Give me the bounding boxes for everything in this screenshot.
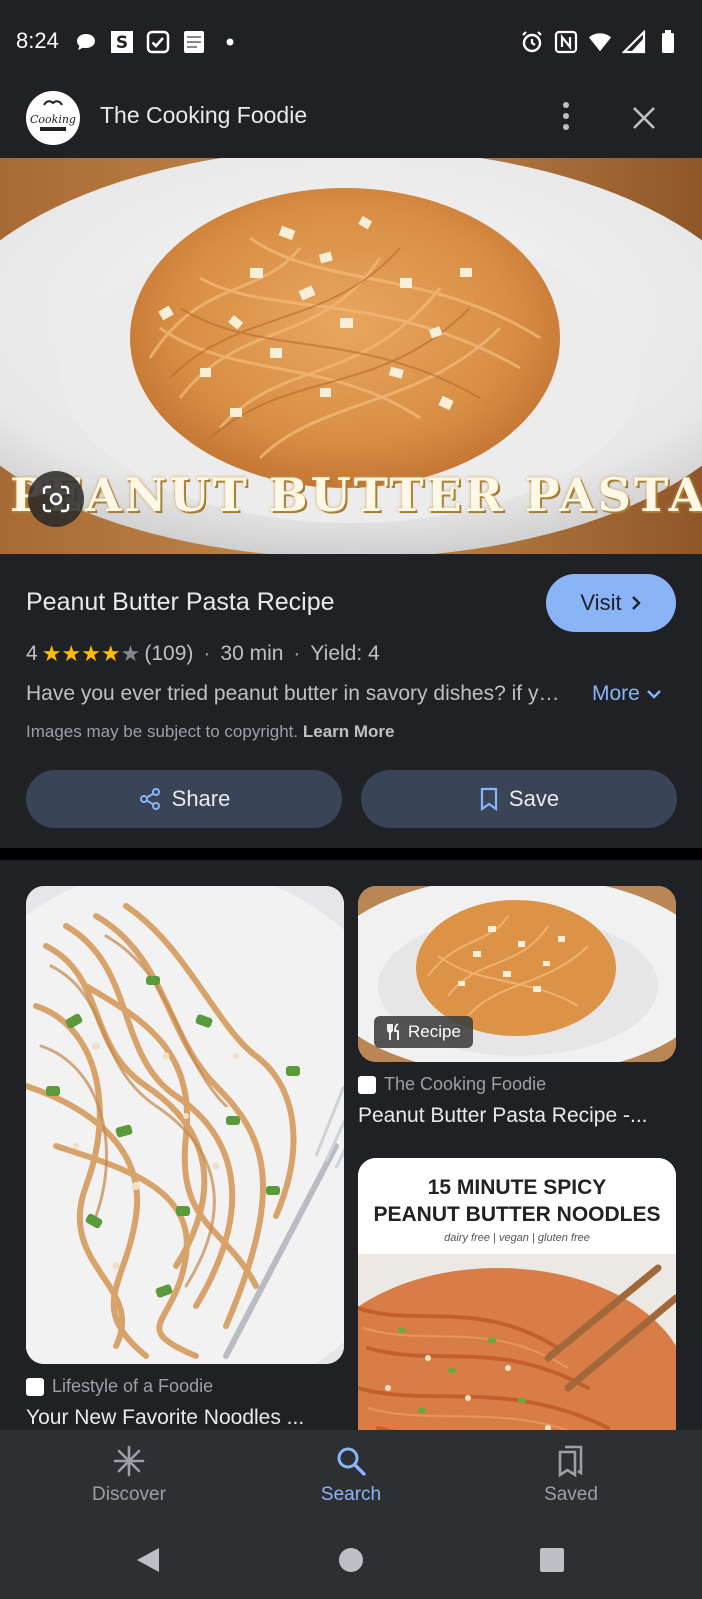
rating-stars: ★ ★ ★ ★ ★: [42, 643, 141, 665]
review-count: (109): [144, 642, 194, 665]
star-empty-icon: ★: [120, 641, 141, 666]
notification-icons: S: [74, 30, 242, 54]
alarm-icon: [520, 30, 544, 54]
source-name: The Cooking Foodie: [384, 1074, 547, 1094]
copyright-notice: Images may be subject to copyright. Lear…: [26, 722, 395, 742]
result-details: Peanut Butter Pasta Recipe Visit 4 ★ ★ ★…: [0, 554, 702, 848]
nfc-icon: [554, 30, 578, 54]
description-text: Have you ever tried peanut butter in sav…: [26, 682, 566, 705]
nav-saved-label: Saved: [544, 1484, 598, 1505]
separator-dot: ·: [293, 642, 301, 665]
source-favicon-icon: [26, 1377, 44, 1396]
source-favicon-icon: [358, 1075, 376, 1094]
nav-search[interactable]: Search: [261, 1430, 441, 1520]
home-button[interactable]: [333, 1542, 369, 1578]
more-button[interactable]: More: [592, 682, 662, 706]
cook-time: 30 min: [220, 642, 284, 665]
promo-heading-line1: 15 MINUTE SPICY: [427, 1176, 607, 1199]
chat-bubble-icon: [74, 30, 98, 54]
visit-label: Visit: [580, 590, 622, 615]
source-name: Lifestyle of a Foodie: [52, 1376, 214, 1396]
star-icon: ★: [41, 641, 62, 666]
copyright-text: Images may be subject to copyright.: [26, 722, 299, 741]
visit-button[interactable]: Visit: [546, 574, 676, 632]
source-title: The Cooking Foodie: [100, 102, 308, 128]
status-time: 8:24: [16, 28, 59, 53]
asterisk-icon: [113, 1445, 145, 1477]
lens-icon: [42, 485, 70, 513]
more-notifications-dot-icon: [218, 30, 242, 54]
checkbox-icon: [146, 30, 170, 54]
close-button[interactable]: [624, 98, 664, 138]
bottom-navigation: Discover Search Saved: [0, 1430, 702, 1520]
result-image-spicy-noodles[interactable]: 15 MINUTE SPICY PEANUT BUTTER NOODLES da…: [358, 1158, 676, 1430]
learn-more-link[interactable]: Learn More: [303, 722, 395, 741]
description-row: Have you ever tried peanut butter in sav…: [26, 682, 676, 706]
signal-icon: [622, 30, 646, 54]
recipe-chip-label: Recipe: [408, 1022, 461, 1041]
promo-heading-line2: PEANUT BUTTER NOODLES: [373, 1203, 661, 1226]
svg-text:Cooking: Cooking: [30, 113, 76, 126]
more-label: More: [592, 682, 640, 705]
nav-saved[interactable]: Saved: [481, 1430, 661, 1520]
result-image-noodles[interactable]: [26, 886, 344, 1364]
nav-search-label: Search: [320, 1484, 382, 1505]
hero-image[interactable]: PEANUT BUTTER PASTA: [0, 158, 702, 554]
bookmarks-icon: [558, 1445, 583, 1478]
s-app-icon: S: [110, 30, 134, 54]
result-source-cooking-foodie: The Cooking Foodie: [358, 1074, 546, 1095]
nav-discover[interactable]: Discover: [39, 1430, 219, 1520]
promo-subtitle: dairy free | vegan | gluten free: [444, 1232, 590, 1244]
save-label: Save: [508, 786, 560, 811]
search-icon: [337, 1447, 366, 1476]
result-title: Peanut Butter Pasta Recipe: [26, 588, 335, 616]
more-vert-icon: [563, 102, 569, 130]
cooking-foodie-logo-icon: Cooking: [27, 92, 79, 144]
recents-square-icon: [540, 1548, 564, 1572]
bookmark-icon: [480, 787, 498, 811]
result-source-lifestyle: Lifestyle of a Foodie: [26, 1376, 213, 1397]
save-button[interactable]: Save: [361, 770, 677, 828]
bible-app-icon: [182, 30, 206, 54]
wifi-icon: [588, 30, 612, 54]
status-bar: 8:24 S: [0, 0, 702, 84]
separator-dot: ·: [203, 642, 211, 665]
promo-heading: 15 MINUTE SPICY PEANUT BUTTER NOODLES: [358, 1174, 676, 1228]
star-icon: ★: [81, 641, 101, 666]
star-icon: ★: [100, 641, 121, 666]
source-avatar[interactable]: Cooking: [26, 91, 80, 145]
hero-overlay-text: PEANUT BUTTER PASTA: [10, 468, 702, 522]
more-options-button[interactable]: [552, 96, 580, 136]
chevron-down-icon: [647, 690, 661, 699]
result-image-peanut-pasta[interactable]: Recipe: [358, 886, 676, 1062]
result-title-noodles[interactable]: Your New Favorite Noodles ...: [26, 1406, 336, 1430]
battery-icon: [656, 30, 680, 54]
fork-knife-icon: [387, 1023, 399, 1040]
rating-row: 4 ★ ★ ★ ★ ★ (109) · 30 min · Yield: 4: [26, 642, 380, 666]
section-divider: [0, 848, 702, 860]
recents-button[interactable]: [534, 1542, 570, 1578]
share-icon: [139, 788, 160, 810]
lens-search-button[interactable]: [28, 471, 84, 527]
chevron-right-icon: [631, 596, 641, 610]
nav-discover-label: Discover: [92, 1484, 166, 1505]
related-results-grid: Lifestyle of a Foodie Your New Favorite …: [0, 860, 702, 1430]
star-icon: ★: [61, 641, 82, 666]
home-circle-icon: [339, 1548, 363, 1572]
svg-text:S: S: [116, 33, 128, 53]
system-icons: [520, 30, 680, 54]
close-icon: [633, 107, 655, 129]
noodles-photo: [26, 886, 344, 1364]
share-label: Share: [171, 786, 231, 811]
rating-value: 4: [26, 642, 38, 665]
result-title-peanut-pasta[interactable]: Peanut Butter Pasta Recipe -...: [358, 1104, 668, 1128]
share-button[interactable]: Share: [26, 770, 342, 828]
recipe-chip: Recipe: [374, 1016, 473, 1048]
recipe-yield: Yield: 4: [310, 642, 380, 665]
back-triangle-icon: [137, 1548, 159, 1572]
back-button[interactable]: [130, 1542, 166, 1578]
system-navigation-bar: [0, 1520, 702, 1599]
source-header: Cooking The Cooking Foodie: [0, 84, 702, 158]
